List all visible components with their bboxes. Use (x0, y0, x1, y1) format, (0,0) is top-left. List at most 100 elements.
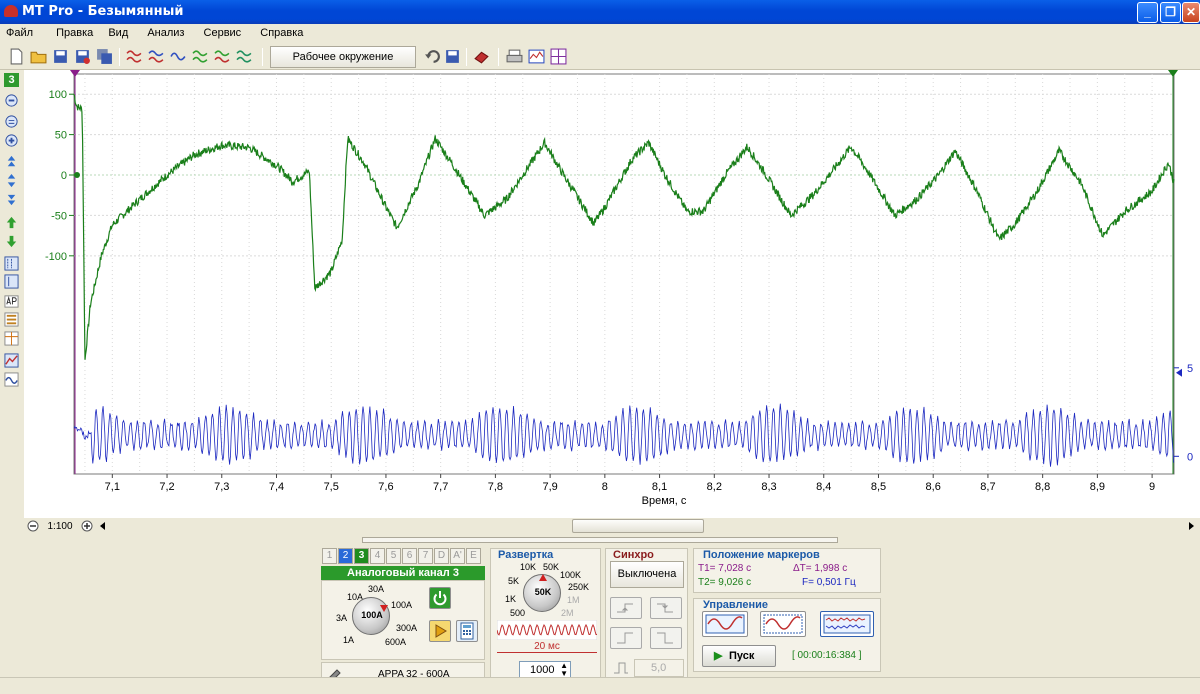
sample-rate-knob[interactable]: 50K (523, 574, 561, 612)
fit-vertical-icon[interactable] (4, 173, 19, 188)
menu-analysis[interactable]: Анализ (141, 24, 190, 39)
shift-down-icon[interactable] (4, 234, 19, 249)
minimize-button[interactable]: _ (1137, 2, 1158, 23)
single-wave-button[interactable] (702, 611, 748, 637)
zoom-out-icon[interactable] (4, 93, 19, 108)
waveform-3-icon[interactable] (170, 48, 187, 65)
scroll-right-icon[interactable] (1186, 521, 1196, 531)
print-icon[interactable] (506, 48, 523, 65)
zoom-in-time-icon[interactable] (81, 520, 93, 532)
save-icon[interactable] (52, 48, 69, 65)
channel-badge[interactable]: 3 (4, 73, 19, 87)
marker-t2: T2= 9,026 с (698, 577, 752, 588)
start-button[interactable]: ▶ Пуск (702, 645, 776, 667)
waveform-mode-icon[interactable] (4, 372, 19, 387)
save-as-icon[interactable] (74, 48, 91, 65)
grid-icon[interactable] (550, 48, 567, 65)
close-button[interactable]: ✕ (1182, 2, 1200, 23)
channel-tab-3[interactable]: 3 (354, 548, 369, 564)
channel-tab-5[interactable]: 5 (386, 548, 401, 564)
app-icon (4, 5, 18, 17)
waveform-6-icon[interactable] (236, 48, 253, 65)
x-tick-label: 8 (602, 481, 608, 493)
new-file-icon[interactable] (8, 48, 25, 65)
rate-label-10k: 10K (520, 562, 537, 572)
x-tick-label: 8,3 (761, 481, 776, 493)
rate-label-250k: 250K (568, 582, 590, 592)
panel-splitter[interactable] (362, 537, 838, 543)
zoom-out-time-icon[interactable] (27, 520, 39, 532)
current-range-knob[interactable]: 100A (352, 597, 390, 635)
waveform-5-icon[interactable] (214, 48, 231, 65)
scroll-up-icon[interactable] (4, 154, 19, 169)
menu-help[interactable]: Справка (254, 24, 309, 39)
channel-tab-6[interactable]: 6 (402, 548, 417, 564)
sample-rate-value: 50K (534, 587, 552, 597)
recorder-mode-button[interactable] (820, 611, 874, 637)
channel-tab-a[interactable]: A' (450, 548, 465, 564)
channel-play-button[interactable] (429, 620, 451, 642)
zoom-reset-icon[interactable] (4, 114, 19, 129)
shift-up-icon[interactable] (4, 215, 19, 230)
text-label-icon[interactable] (4, 294, 19, 309)
cursor-lines-icon[interactable] (4, 256, 19, 271)
x-tick-label: 7,2 (159, 481, 174, 493)
channel-tab-7[interactable]: 7 (418, 548, 433, 564)
x-tick-label: 8,5 (871, 481, 886, 493)
sync-level-input[interactable]: 5,0 (634, 659, 684, 677)
start-play-icon: ▶ (714, 650, 723, 662)
rate-label-100k: 100K (560, 570, 582, 580)
channel-tab-1[interactable]: 1 (322, 548, 337, 564)
save-all-icon[interactable] (96, 48, 113, 65)
eraser-icon[interactable] (473, 48, 490, 65)
chart-mode-icon[interactable] (4, 353, 19, 368)
open-folder-icon[interactable] (30, 48, 47, 65)
zoom-in-icon[interactable] (4, 133, 19, 148)
menu-view[interactable]: Вид (102, 24, 134, 39)
x-tick-label: 7,5 (324, 481, 339, 493)
sync-rising-button[interactable] (610, 597, 642, 619)
control-panel: Управление ▶ Пуск [ 00:00:16:384 ] (693, 598, 881, 672)
channel-tab-4[interactable]: 4 (370, 548, 385, 564)
range-label-1a: 1A (343, 635, 355, 645)
scroll-down-icon[interactable] (4, 192, 19, 207)
channel-tab-d[interactable]: D (434, 548, 449, 564)
spectrum-icon[interactable] (528, 48, 545, 65)
channel-tab-2[interactable]: 2 (338, 548, 353, 564)
knob-pointer (539, 574, 547, 581)
save-workspace-icon[interactable] (444, 48, 461, 65)
waveform-2-icon[interactable] (148, 48, 165, 65)
workspace-button[interactable]: Рабочее окружение (270, 46, 416, 68)
sync-level-down-button[interactable] (650, 627, 682, 649)
waveform-4-icon[interactable] (192, 48, 209, 65)
table-icon[interactable] (4, 331, 19, 346)
menu-service[interactable]: Сервис (198, 24, 248, 39)
sync-level-up-button[interactable] (610, 627, 642, 649)
continuous-wave-button[interactable] (760, 611, 806, 637)
scroll-left-icon[interactable] (98, 521, 108, 531)
range-label-600a: 600A (385, 637, 407, 647)
menu-file[interactable]: Файл (0, 24, 39, 39)
oscillogram-chart[interactable]: 7,1 7,2 7,3 7,4 7,5 7,6 7,7 7,8 7,9 8 8,1 8,2 8,3 8,4… (24, 70, 1200, 518)
sync-mode-button[interactable]: Выключена (610, 561, 684, 588)
cursor-values-icon[interactable] (4, 274, 19, 289)
channel-power-button[interactable] (429, 587, 451, 609)
maximize-button[interactable]: ❐ (1160, 2, 1181, 23)
undo-icon[interactable] (424, 48, 441, 65)
channel-tab-e[interactable]: E (466, 548, 481, 564)
calculator-button[interactable] (456, 620, 478, 642)
sync-falling-button[interactable] (650, 597, 682, 619)
sweep-panel: Развертка 10K 50K 5K 100K 250K 1K 1M 500… (490, 548, 601, 690)
channel-title: Аналоговый канал 3 (321, 566, 485, 580)
spin-arrows-icon[interactable]: ▲ ▼ (560, 662, 568, 678)
window-title: MT Pro - Безымянный (22, 4, 184, 19)
channel-list-icon[interactable] (4, 312, 19, 327)
oscillogram-area[interactable]: 7,1 7,2 7,3 7,4 7,5 7,6 7,7 7,8 7,9 8 8,1 8,2 8,3 8,4… (24, 70, 1200, 518)
scroll-thumb[interactable] (572, 519, 704, 533)
status-bar (0, 677, 1200, 694)
time-scrollbar[interactable]: 1:100 (24, 518, 1200, 534)
sync-panel: Синхро Выключена 5,0 (605, 548, 688, 690)
menu-edit[interactable]: Правка (50, 24, 99, 39)
menu-bar: Файл Правка Вид Анализ Сервис Справка (0, 24, 1200, 44)
waveform-1-icon[interactable] (126, 48, 143, 65)
